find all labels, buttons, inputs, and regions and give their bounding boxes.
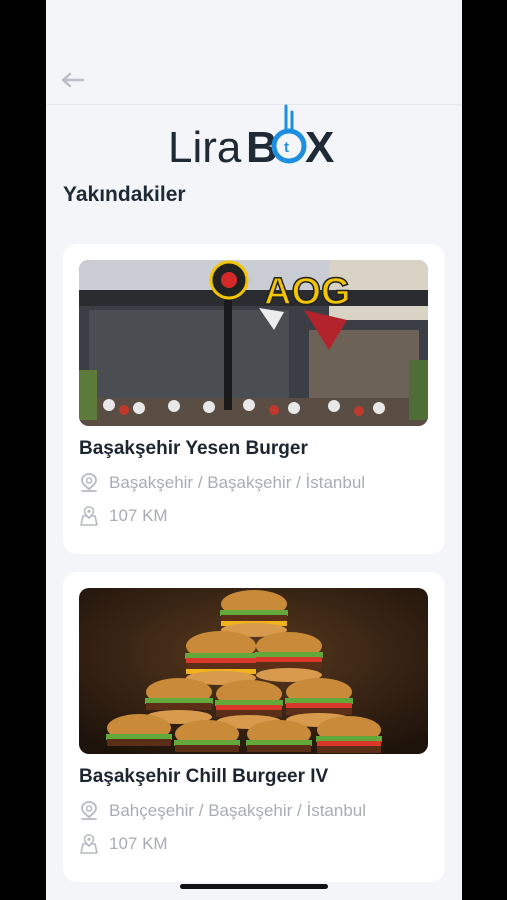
lirabox-logo: Lira B t X bbox=[168, 102, 340, 172]
location-row: Bahçeşehir / Başakşehir / İstanbul bbox=[79, 800, 366, 822]
restaurant-distance: 107 KM bbox=[109, 506, 168, 525]
location-row: Başakşehir / Başakşehir / İstanbul bbox=[79, 472, 365, 494]
location-pin-icon bbox=[79, 472, 99, 494]
app-screen: Lira B t X Yakındakiler AOG Başakşehir Y… bbox=[46, 0, 462, 900]
logo-coin-letter: t bbox=[284, 139, 289, 156]
distance-map-icon bbox=[79, 833, 99, 855]
location-pin-icon bbox=[79, 800, 99, 822]
restaurant-photo: AOG bbox=[79, 260, 428, 426]
distance-map-icon bbox=[79, 505, 99, 527]
back-arrow-icon[interactable] bbox=[60, 68, 86, 92]
restaurant-card[interactable]: Başakşehir Chill Burgeer IV Bahçeşehir /… bbox=[63, 572, 445, 882]
restaurant-photo bbox=[79, 588, 428, 754]
section-title: Yakındakiler bbox=[63, 183, 186, 206]
restaurant-location: Bahçeşehir / Başakşehir / İstanbul bbox=[109, 801, 367, 820]
logo-text-lira: Lira bbox=[168, 123, 242, 168]
restaurant-name: Başakşehir Yesen Burger bbox=[79, 438, 308, 459]
top-bar bbox=[46, 0, 462, 105]
restaurant-sign: AOG bbox=[264, 271, 351, 313]
distance-row: 107 KM bbox=[79, 833, 168, 855]
distance-row: 107 KM bbox=[79, 505, 168, 527]
restaurant-location: Başakşehir / Başakşehir / İstanbul bbox=[109, 473, 366, 492]
logo-text-x: X bbox=[305, 123, 334, 168]
restaurant-name: Başakşehir Chill Burgeer IV bbox=[79, 766, 329, 787]
restaurant-distance: 107 KM bbox=[109, 834, 168, 853]
home-indicator[interactable] bbox=[180, 884, 328, 889]
restaurant-card[interactable]: AOG Başakşehir Yesen Burger Başakşehir /… bbox=[63, 244, 445, 554]
